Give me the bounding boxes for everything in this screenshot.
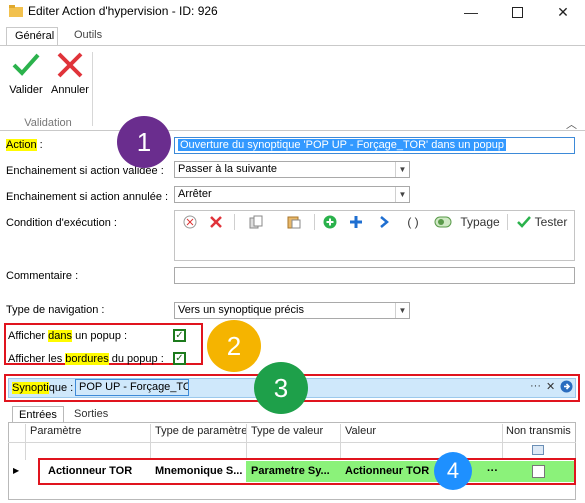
popup-label: Afficher dans un popup : [8,330,128,342]
close-button[interactable]: ✕ [540,0,585,24]
bordures-checkbox[interactable]: ✓ [173,352,186,365]
column-header-valeur[interactable]: Valeur [345,425,376,443]
annotation-badge-4: 4 [434,452,472,490]
clear-condition-button[interactable] [180,212,200,232]
tab-general[interactable]: Général [6,27,58,46]
tab-sorties[interactable]: Sorties [68,406,114,423]
column-header-type-valeur[interactable]: Type de valeur [251,425,323,443]
action-label: Action : [6,139,43,151]
cell-valeur[interactable]: Actionneur TOR [342,463,438,480]
paste-button[interactable] [284,212,304,232]
header-divider [8,442,576,443]
filter-icon[interactable] [532,445,544,455]
tester-button[interactable]: Tester [514,212,570,232]
ribbon-group-label: Validation [24,117,72,129]
ribbon-separator [92,52,93,126]
plus-icon [350,216,362,228]
toolbar-separator [507,214,508,230]
annotation-badge-2: 2 [207,320,261,372]
check-icon [516,216,531,228]
toggle-button[interactable] [432,212,454,232]
window-title: Editer Action d'hypervision - ID: 926 [28,4,218,18]
cell-parametre[interactable]: Actionneur TOR [45,463,148,480]
cell-type-parametre[interactable]: Mnemonique S... [152,463,244,480]
cell-more-button[interactable]: ··· [484,463,504,480]
non-transmis-checkbox[interactable] [532,465,545,478]
tab-entrees[interactable]: Entrées [12,406,64,423]
next-button[interactable] [374,212,394,232]
enchainement-valide-select[interactable]: Passer à la suivante ▼ [174,161,410,178]
bordures-label: Afficher les bordures du popup : [8,353,164,365]
commentaire-label: Commentaire : [6,270,79,282]
commentaire-field[interactable] [174,267,575,284]
column-header-non-transmis[interactable]: Non transmis [506,425,571,443]
chevron-right-icon [380,216,389,228]
valider-button[interactable]: Valider [8,50,44,100]
toolbar-separator [234,214,235,230]
collapse-ribbon-icon[interactable]: ︿ [566,116,577,132]
synoptique-label: Synoptique : [12,382,74,394]
clear-circle-icon [183,215,197,229]
annuler-button[interactable]: Annuler [51,50,89,100]
navigation-select[interactable]: Vers un synoptique précis ▼ [174,302,410,319]
delete-condition-button[interactable] [206,212,226,232]
navigation-label: Type de navigation : [6,304,105,316]
column-header-type-parametre[interactable]: Type de paramètre [155,425,247,443]
row-indicator-icon: ▶ [13,466,20,475]
annuler-label: Annuler [51,84,89,96]
minimize-button[interactable]: — [448,0,494,24]
toggle-icon [434,216,452,228]
parentheses-button[interactable]: ( ) [402,212,424,232]
folder-icon [9,5,23,17]
chevron-down-icon: ▼ [395,303,409,318]
ribbon-tabs: Général Outils [0,25,585,46]
maximize-button[interactable] [494,0,540,24]
go-button[interactable] [560,380,573,396]
valider-label: Valider [9,84,43,96]
cell-type-valeur[interactable]: Parametre Sy... [248,463,338,480]
insert-button[interactable] [346,212,366,232]
typage-button[interactable]: Typage [460,212,500,232]
copy-icon [249,215,263,229]
arrow-right-circle-icon [560,380,573,393]
clear-synoptique-button[interactable]: ✕ [546,380,555,393]
annotation-badge-1: 1 [117,116,171,168]
chevron-down-icon: ▼ [395,162,409,177]
title-bar: Editer Action d'hypervision - ID: 926 — … [0,0,585,24]
toolbar-separator [314,214,315,230]
cross-icon [57,52,83,78]
paste-icon [287,216,301,229]
chevron-down-icon: ▼ [395,187,409,202]
synoptique-field[interactable]: POP UP - Forçage_TOR [75,379,189,396]
cross-icon [210,216,222,228]
maximize-icon [511,6,523,18]
copy-button[interactable] [246,212,266,232]
enchainement-annule-select[interactable]: Arrêter ▼ [174,186,410,203]
plus-circle-icon [323,215,337,229]
condition-label: Condition d'exécution : [6,217,117,229]
action-field[interactable]: Ouverture du synoptique 'POP UP - Forçag… [174,137,575,154]
column-header-parametre[interactable]: Paramètre [30,425,81,443]
popup-checkbox[interactable]: ✓ [173,329,186,342]
enchainement-annule-label: Enchainement si action annulée : [6,191,169,203]
tab-outils[interactable]: Outils [66,27,110,46]
add-button[interactable] [320,212,340,232]
annotation-badge-3: 3 [254,362,308,414]
browse-button[interactable]: ··· [530,380,541,392]
check-icon [12,53,40,76]
